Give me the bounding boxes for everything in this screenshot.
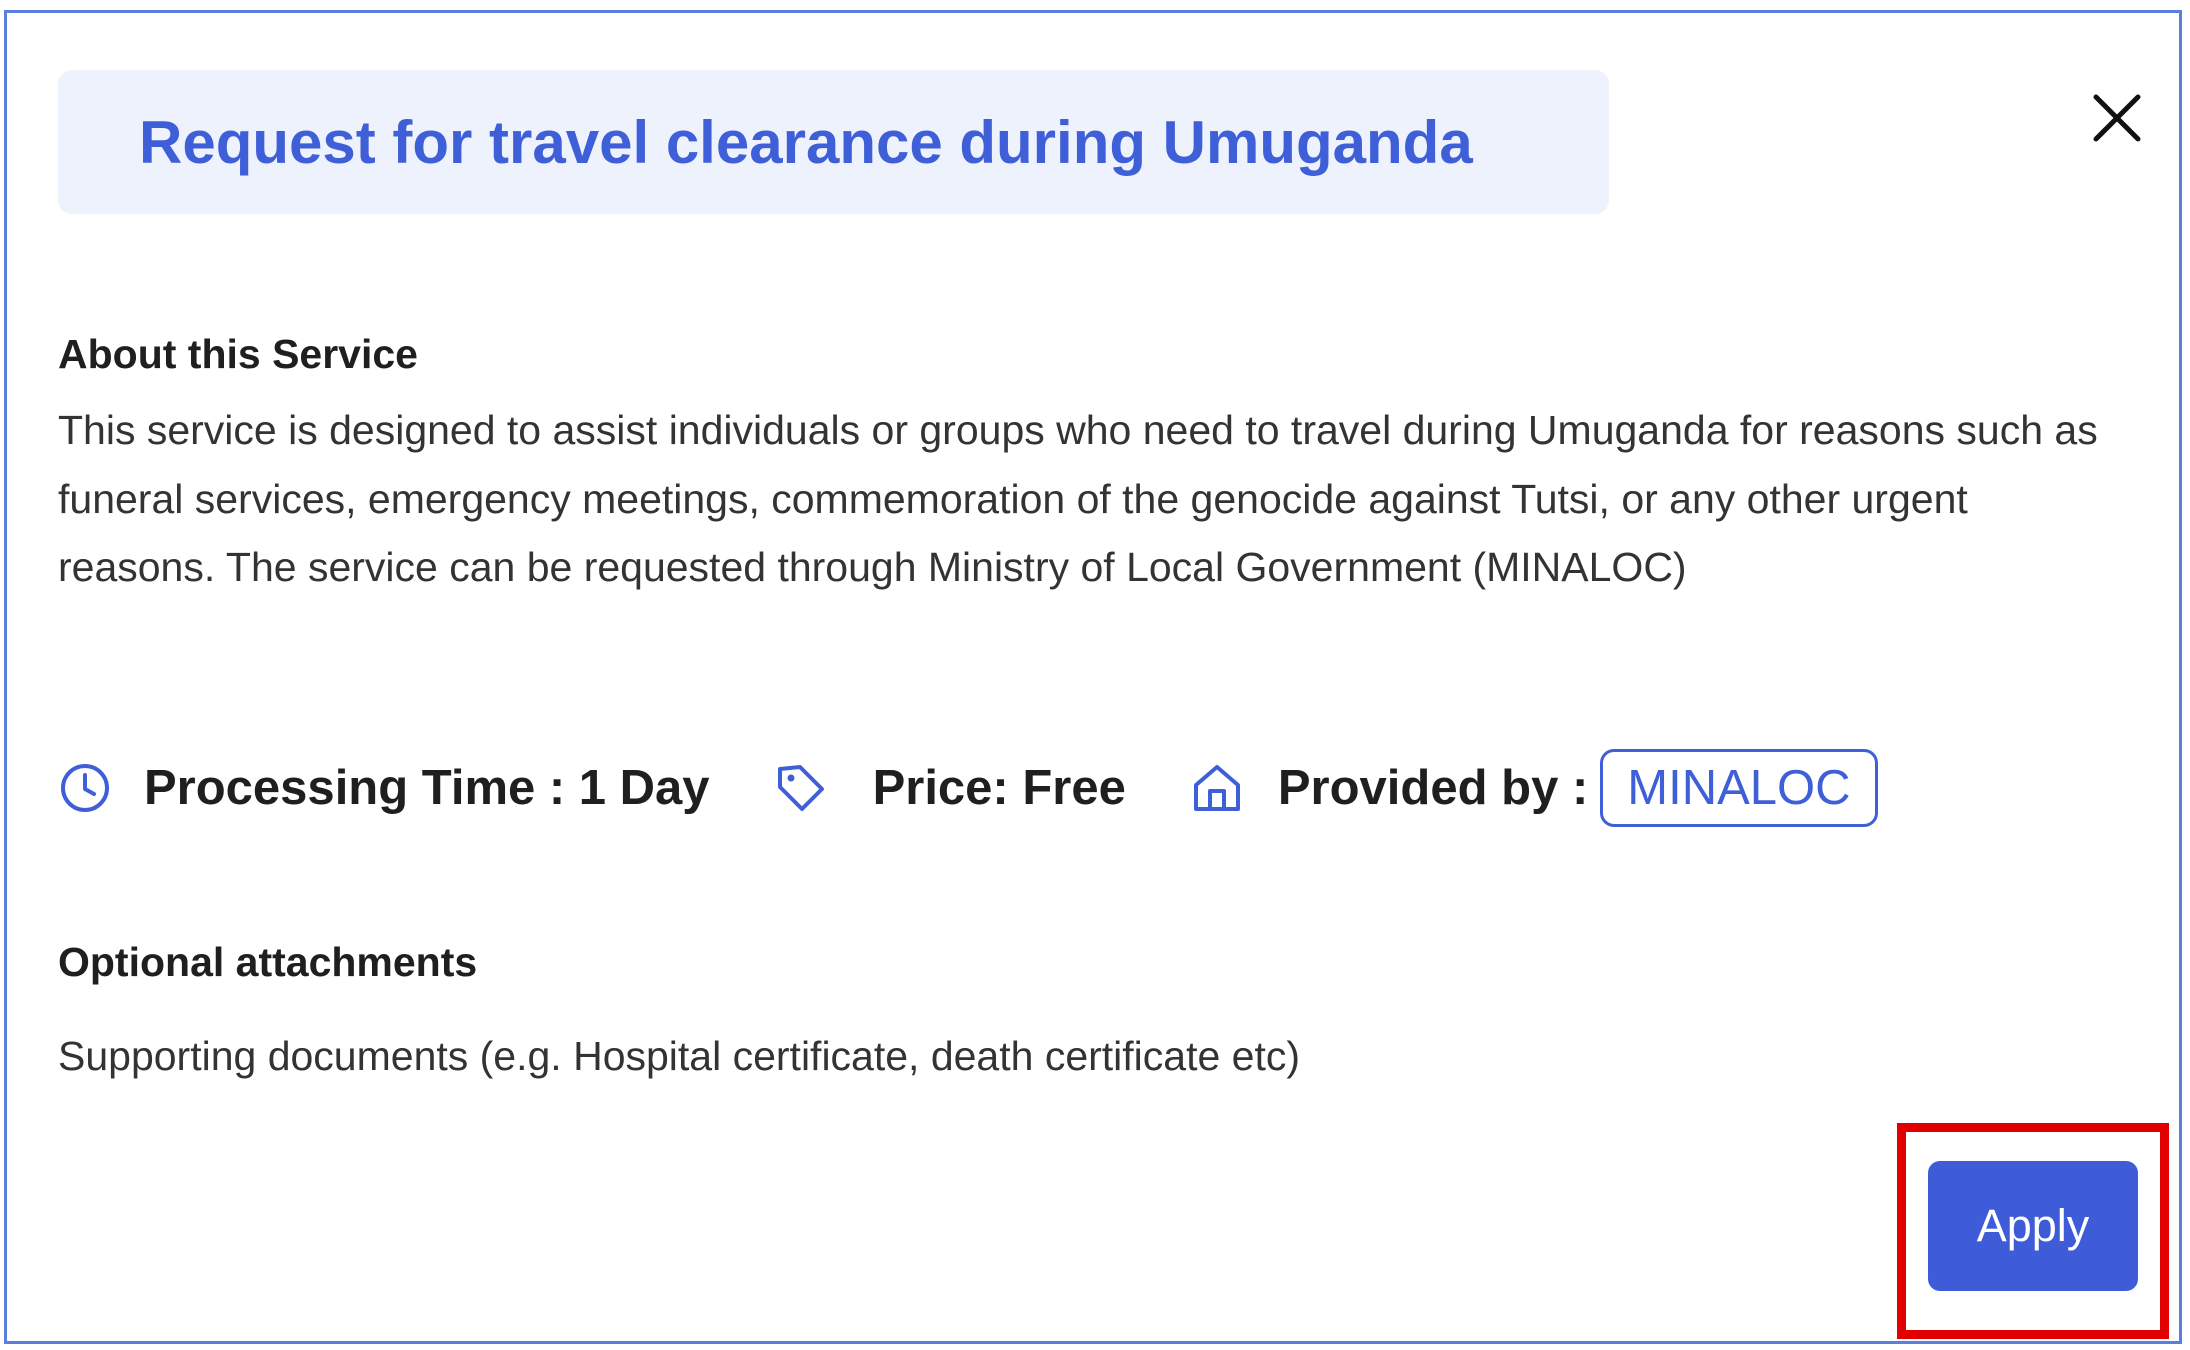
attachment-item: Supporting documents (e.g. Hospital cert… xyxy=(58,1033,1301,1079)
close-button[interactable] xyxy=(2090,91,2144,145)
processing-time: Processing Time : 1 Day xyxy=(144,761,710,815)
service-dialog: Request for travel clearance during Umug… xyxy=(4,10,2182,1344)
price: Price: Free xyxy=(872,761,1126,815)
service-description: This service is designed to assist indiv… xyxy=(58,407,2098,590)
close-icon xyxy=(2093,94,2141,142)
about-heading: About this Service xyxy=(58,331,418,377)
service-meta-row: Processing Time : 1 Day Price: Free Prov… xyxy=(58,746,1878,830)
dialog-title: Request for travel clearance during Umug… xyxy=(139,108,1473,176)
dialog-title-box: Request for travel clearance during Umug… xyxy=(58,70,1609,214)
home-icon xyxy=(1190,761,1244,815)
attachments-heading: Optional attachments xyxy=(58,939,478,985)
provider-badge: MINALOC xyxy=(1600,749,1878,827)
tag-icon xyxy=(774,761,828,815)
clock-icon xyxy=(58,761,112,815)
apply-button[interactable]: Apply xyxy=(1928,1161,2138,1291)
provided-by-label: Provided by : xyxy=(1277,761,1589,815)
